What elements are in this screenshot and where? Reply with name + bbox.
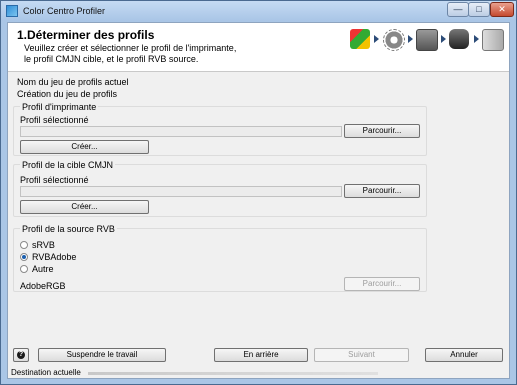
srgb-radio[interactable] [20, 241, 28, 249]
cmyk-browse-button[interactable]: Parcourir... [344, 184, 420, 198]
close-button[interactable]: ✕ [490, 2, 514, 17]
page-description: Veuillez créer et sélectionner le profil… [24, 43, 284, 65]
status-bar: Destination actuelle [8, 368, 509, 378]
wizard-steps [350, 25, 510, 53]
status-label: Destination actuelle [11, 368, 81, 377]
cmyk-selected-field[interactable] [20, 186, 342, 197]
page-title: 1.Déterminer des profils [17, 28, 155, 42]
printer-selected-field[interactable] [20, 126, 342, 137]
help-button[interactable]: ? [13, 348, 29, 362]
printer-profile-group-title: Profil d'imprimante [20, 102, 99, 112]
rgb-browse-button[interactable]: Parcourir... [344, 277, 420, 291]
app-icon [6, 5, 18, 17]
adobergb-radio-label: RVBAdobe [32, 252, 77, 262]
rgb-current-value: AdobeRGB [20, 281, 66, 291]
srgb-radio-label: sRVB [32, 240, 55, 250]
cmyk-selected-label: Profil sélectionné [20, 175, 89, 185]
cmyk-create-button[interactable]: Créer... [20, 200, 149, 214]
cmyk-profile-group: Profil de la cible CMJN Profil sélection… [13, 160, 427, 217]
printer-profile-icon [350, 29, 370, 49]
wizard-footer: ? Suspendre le travail En arrière Suivan… [8, 345, 509, 365]
back-button[interactable]: En arrière [214, 348, 308, 362]
window-title: Color Centro Profiler [23, 6, 106, 16]
cancel-button[interactable]: Annuler [425, 348, 503, 362]
next-button[interactable]: Suivant [314, 348, 409, 362]
rgb-source-group: Profil de la source RVB sRVB RVBAdobe Au… [13, 224, 427, 292]
gear-icon [383, 29, 405, 51]
printer-create-button[interactable]: Créer... [20, 140, 149, 154]
other-radio[interactable] [20, 265, 28, 273]
printer-selected-label: Profil sélectionné [20, 115, 89, 125]
other-radio-label: Autre [32, 264, 54, 274]
step-arrow-icon [474, 35, 479, 43]
suspend-job-button[interactable]: Suspendre le travail [38, 348, 166, 362]
title-bar[interactable]: Color Centro Profiler — □ ✕ [1, 1, 516, 21]
maximize-button[interactable]: □ [468, 2, 490, 17]
wizard-header: 1.Déterminer des profils Veuillez créer … [8, 23, 509, 72]
printer-browse-button[interactable]: Parcourir... [344, 124, 420, 138]
rgb-source-group-title: Profil de la source RVB [20, 224, 117, 234]
folder-export-icon [482, 29, 504, 51]
wizard-client-area: 1.Déterminer des profils Veuillez créer … [7, 22, 510, 379]
app-window: Color Centro Profiler — □ ✕ 1.Déterminer… [0, 0, 517, 385]
status-value-bar [88, 372, 378, 375]
step-arrow-icon [374, 35, 379, 43]
profile-set-label: Nom du jeu de profils actuel [17, 77, 129, 87]
adobergb-radio[interactable] [20, 253, 28, 261]
profile-set-value: Création du jeu de profils [17, 89, 118, 99]
measure-device-icon [449, 29, 469, 49]
printer-profile-group: Profil d'imprimante Profil sélectionné P… [13, 102, 427, 156]
printer-icon [416, 29, 438, 51]
step-arrow-icon [408, 35, 413, 43]
description-line-2: le profil CMJN cible, et le profil RVB s… [24, 54, 199, 64]
step-arrow-icon [441, 35, 446, 43]
help-icon: ? [17, 351, 25, 359]
description-line-1: Veuillez créer et sélectionner le profil… [24, 43, 237, 53]
minimize-button[interactable]: — [447, 2, 469, 17]
cmyk-profile-group-title: Profil de la cible CMJN [20, 160, 116, 170]
